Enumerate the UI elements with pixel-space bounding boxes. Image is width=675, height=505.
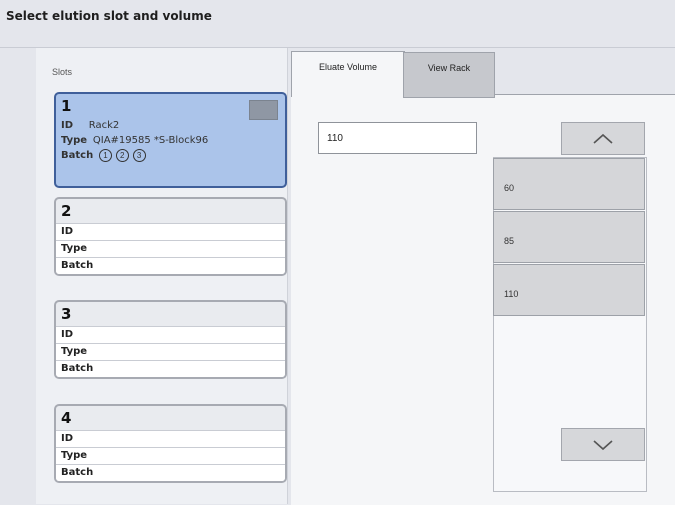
batch-badge[interactable]: 1 [98,148,112,162]
scroll-up-button[interactable] [561,122,645,155]
tab-strip: Eluate Volume View Rack [291,48,675,98]
tab-view-rack[interactable]: View Rack [403,52,495,98]
slot-id-line: ID Rack2 [56,118,285,133]
slot-id-label: ID [56,326,285,343]
slot-id-label: ID [61,120,74,131]
volume-option[interactable]: 60 [493,158,645,210]
slot-color-swatch [249,100,278,120]
slot-type-label: Type [56,447,285,464]
volume-option[interactable]: 110 [493,264,645,316]
slot-batch-label: Batch [56,257,285,274]
slot-batch-label: Batch [56,464,285,481]
slot-type-value: QIA#19585 *S-Block96 [92,135,209,146]
volume-option[interactable]: 85 [493,211,645,263]
slot-2[interactable]: 2 ID Type Batch [54,197,287,276]
slot-number: 4 [61,409,72,427]
batch-badge[interactable]: 2 [115,148,129,162]
slot-number: 3 [61,305,72,323]
chevron-down-icon [593,439,613,450]
slot-type-label: Type [56,240,285,257]
slot-type-label: Type [61,135,88,146]
scroll-down-button[interactable] [561,428,645,461]
slot-id-label: ID [56,430,285,447]
slot-id-label: ID [56,223,285,240]
slot-id-value: Rack2 [88,120,120,131]
eluate-volume-input[interactable] [318,122,477,154]
slot-4[interactable]: 4 ID Type Batch [54,404,287,483]
slot-batch-label: Batch [56,360,285,377]
slots-label: Slots [52,67,73,77]
slot-number: 2 [61,202,72,220]
page-title: Select elution slot and volume [6,9,212,23]
batch-badge[interactable]: 3 [132,148,146,162]
tab-eluate-volume[interactable]: Eluate Volume [291,51,405,97]
slot-type-label: Type [56,343,285,360]
slot-3[interactable]: 3 ID Type Batch [54,300,287,379]
slot-batch-line: Batch 1 2 3 [56,148,285,163]
slot-batch-label: Batch [61,150,94,161]
slot-1[interactable]: 1 ID Rack2 Type QIA#19585 *S-Block96 Bat… [54,92,287,188]
slot-type-line: Type QIA#19585 *S-Block96 [56,133,285,148]
chevron-up-icon [593,133,613,144]
